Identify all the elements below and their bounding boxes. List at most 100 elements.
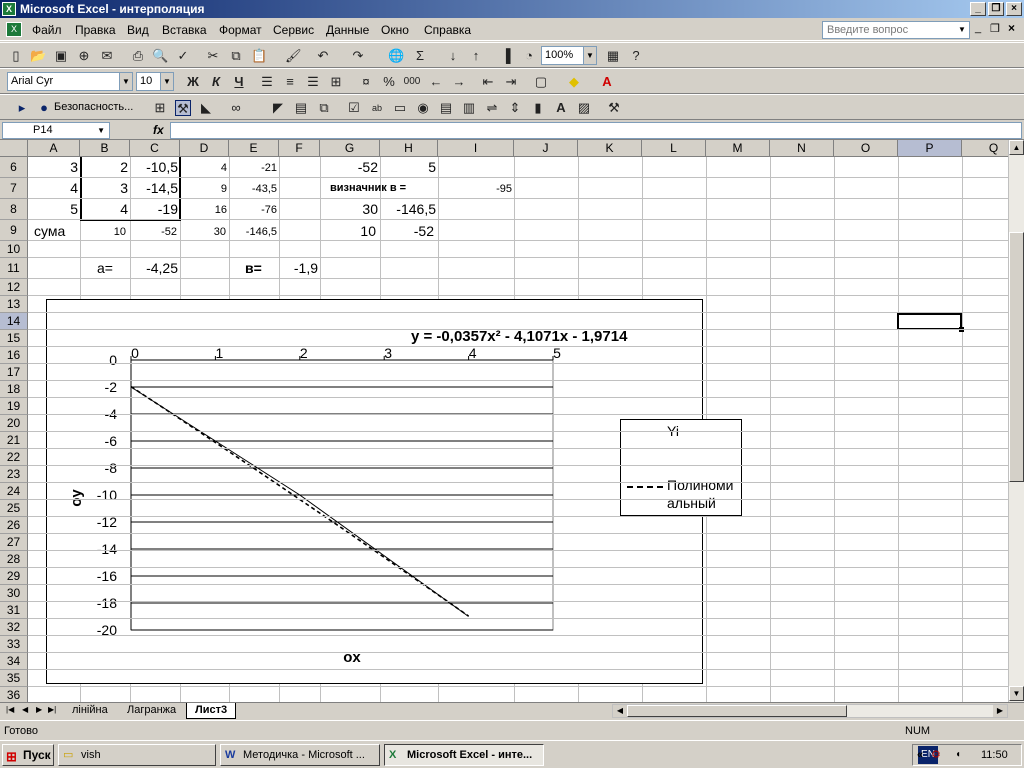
scroll-thumb[interactable] [1009, 232, 1024, 482]
design-mode-icon[interactable]: ◤ [270, 100, 286, 116]
minimize-button[interactable]: _ [970, 2, 986, 16]
h-scroll-thumb[interactable] [627, 705, 847, 717]
fx-icon[interactable]: fx [153, 123, 164, 137]
redo-icon[interactable]: ↷ [350, 48, 366, 64]
label-icon[interactable]: A [553, 100, 569, 116]
horizontal-scrollbar[interactable]: ◀ ▶ [612, 704, 1008, 718]
chart-type-icon[interactable]: ◣ [198, 100, 214, 116]
align-left-icon[interactable]: ☰ [259, 74, 275, 90]
cell-i7[interactable]: -95 [480, 183, 512, 195]
help-icon[interactable]: ? [628, 48, 644, 64]
cell-e6[interactable]: -21 [229, 162, 277, 174]
open-icon[interactable]: 📂 [30, 48, 46, 64]
spelling-icon[interactable]: ✓ [175, 48, 191, 64]
cell-c11[interactable]: -4,25 [130, 260, 178, 276]
sheet-tab-liniina[interactable]: лінійна [64, 703, 116, 719]
cell-e8[interactable]: -76 [229, 204, 277, 216]
chart-legend[interactable]: Yi Полиноми альный [620, 419, 742, 516]
col-header-f[interactable]: F [279, 140, 320, 157]
align-right-icon[interactable]: ☰ [305, 74, 321, 90]
row-header-12[interactable]: 12 [0, 279, 28, 296]
scroll-left-button[interactable]: ◀ [613, 705, 627, 717]
row-header-23[interactable]: 23 [0, 466, 28, 483]
decrease-decimal-icon[interactable]: → [451, 74, 467, 90]
font-select[interactable]: Arial Cyr ▼ [7, 72, 133, 91]
col-header-l[interactable]: L [642, 140, 706, 157]
font-size-select[interactable]: 10 ▼ [136, 72, 174, 91]
trace-precedents-icon[interactable]: ⊞ [152, 100, 168, 116]
workbook-icon[interactable]: X [6, 22, 22, 37]
first-sheet-icon[interactable]: |◀ [6, 705, 14, 714]
cell-e9[interactable]: -146,5 [229, 226, 277, 238]
audit-icon[interactable]: ∞ [228, 100, 244, 116]
col-header-p[interactable]: P [898, 140, 962, 157]
scroll-down-button[interactable]: ▼ [1009, 686, 1024, 701]
col-header-i[interactable]: I [438, 140, 514, 157]
cell-a6[interactable]: 3 [28, 159, 78, 175]
menu-tools[interactable]: Сервис [273, 23, 314, 37]
next-sheet-icon[interactable]: ▶ [36, 705, 42, 714]
row-header-22[interactable]: 22 [0, 449, 28, 466]
row-header-16[interactable]: 16 [0, 347, 28, 364]
sort-descending-icon[interactable]: ↑ [468, 48, 484, 64]
cut-icon[interactable]: ✂ [205, 48, 221, 64]
thousands-button[interactable]: 000 [401, 74, 423, 90]
row-header-24[interactable]: 24 [0, 483, 28, 500]
option-button-icon[interactable]: ◉ [415, 100, 431, 116]
view-code-icon[interactable]: ⧉ [316, 100, 332, 116]
increase-decimal-icon[interactable]: ← [428, 74, 444, 90]
cell-g6[interactable]: -52 [320, 159, 378, 175]
scroll-right-button[interactable]: ▶ [993, 705, 1007, 717]
merge-center-icon[interactable]: ⊞ [328, 74, 344, 90]
start-button[interactable]: ⊞ Пуск [2, 744, 54, 766]
copy-icon[interactable]: ⧉ [228, 48, 244, 64]
email-icon[interactable]: ✉ [99, 48, 115, 64]
cell-e11[interactable]: в= [245, 260, 262, 276]
cell-e7[interactable]: -43,5 [229, 183, 277, 195]
listbox-icon[interactable]: ▤ [438, 100, 454, 116]
formula-input[interactable] [170, 122, 1022, 139]
sheet-tab-list3[interactable]: Лист3 [186, 703, 237, 719]
row-header-35[interactable]: 35 [0, 670, 28, 687]
volume-icon[interactable]: ◖ [955, 745, 961, 765]
row-header-31[interactable]: 31 [0, 602, 28, 619]
menu-window[interactable]: Окно [381, 23, 409, 37]
spinner-icon[interactable]: ⇕ [507, 100, 523, 116]
prev-sheet-icon[interactable]: ◀ [22, 705, 28, 714]
cell-h8[interactable]: -146,5 [380, 201, 436, 217]
help-question-input[interactable]: Введите вопрос [822, 21, 970, 39]
vertical-scrollbar[interactable]: ▲ ▼ [1008, 140, 1024, 702]
cell-b8[interactable]: 4 [80, 201, 128, 217]
print-icon[interactable]: ⎙ [130, 48, 146, 64]
close-button[interactable]: × [1006, 2, 1022, 16]
drawing-icon[interactable]: ◔ [521, 48, 537, 64]
row-header-29[interactable]: 29 [0, 568, 28, 585]
cell-b6[interactable]: 2 [80, 159, 128, 175]
cell-f11[interactable]: -1,9 [279, 260, 318, 276]
row-header-11[interactable]: 11 [0, 258, 28, 279]
row-header-33[interactable]: 33 [0, 636, 28, 653]
doc-close-button[interactable]: × [1008, 21, 1015, 35]
row-header-9[interactable]: 9 [0, 220, 28, 241]
row-header-17[interactable]: 17 [0, 364, 28, 381]
toolbar-options-icon[interactable]: ▸ [14, 100, 30, 116]
row-header-19[interactable]: 19 [0, 398, 28, 415]
sheet-tab-lagranzha[interactable]: Лагранжа [119, 703, 184, 719]
row-header-25[interactable]: 25 [0, 500, 28, 517]
row-header-26[interactable]: 26 [0, 517, 28, 534]
col-header-j[interactable]: J [514, 140, 578, 157]
bold-button[interactable]: Ж [185, 74, 201, 90]
menu-view[interactable]: Вид [127, 23, 149, 37]
task-excel[interactable]: X Microsoft Excel - инте... [384, 744, 544, 766]
hyperlink-icon[interactable]: 🌐 [388, 48, 404, 64]
col-header-a[interactable]: A [28, 140, 80, 157]
button-icon[interactable]: ▭ [392, 100, 408, 116]
cell-d6[interactable]: 4 [180, 162, 227, 174]
more-controls-icon[interactable]: ⚒ [606, 100, 622, 116]
menu-insert[interactable]: Вставка [162, 23, 207, 37]
cell-g7[interactable]: визначник в = [330, 182, 406, 194]
cell-d9[interactable]: 30 [180, 226, 226, 238]
save-icon[interactable]: ▣ [53, 48, 69, 64]
security-icon[interactable]: ● [36, 100, 52, 116]
row-header-27[interactable]: 27 [0, 534, 28, 551]
